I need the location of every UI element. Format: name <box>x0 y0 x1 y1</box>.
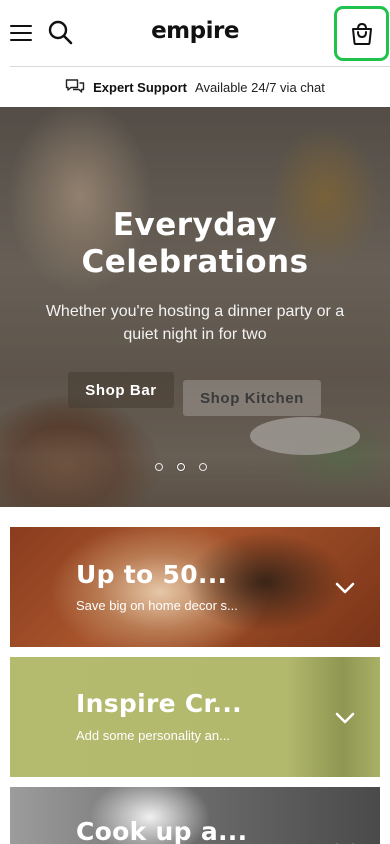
hamburger-menu-icon[interactable] <box>8 20 34 46</box>
support-title: Expert Support <box>93 79 188 95</box>
chat-bubbles-icon <box>65 79 85 93</box>
promo-title: Up to 50... <box>76 560 228 589</box>
promo-card-cook[interactable]: Cook up a... <box>10 787 380 844</box>
hero-subtitle: Whether you're hosting a dinner party or… <box>45 303 345 343</box>
support-bar[interactable]: Expert Support Available 24/7 via chat <box>0 67 390 107</box>
carousel-dots <box>155 463 207 471</box>
chevron-down-icon[interactable] <box>333 706 357 730</box>
shop-bar-button[interactable]: Shop Bar <box>68 372 174 408</box>
logo[interactable]: empire <box>145 18 245 44</box>
promo-card-sale[interactable]: Up to 50... Save big on home decor s... <box>10 527 380 647</box>
cart-button[interactable] <box>334 6 389 61</box>
promo-title: Cook up a... <box>76 817 248 844</box>
shop-kitchen-button[interactable]: Shop Kitchen <box>183 380 321 416</box>
promo-subtitle: Add some personality an... <box>76 728 230 743</box>
carousel-dot[interactable] <box>199 463 207 471</box>
promo-card-inspire[interactable]: Inspire Cr... Add some personality an... <box>10 657 380 777</box>
promo-title: Inspire Cr... <box>76 689 242 718</box>
shopping-bag-icon <box>351 22 372 45</box>
hero-banner[interactable]: Everyday Celebrations Whether you're hos… <box>0 107 390 507</box>
site-header: empire <box>0 0 390 66</box>
chevron-down-icon[interactable] <box>333 837 357 844</box>
carousel-dot[interactable] <box>155 463 163 471</box>
hero-title-line1: Everyday <box>112 207 278 243</box>
support-subtitle: Available 24/7 via chat <box>195 79 325 95</box>
search-icon[interactable] <box>46 18 74 46</box>
menu-line <box>10 25 32 27</box>
menu-line <box>10 32 32 34</box>
hero-title-line2: Celebrations <box>81 244 309 280</box>
menu-line <box>10 39 32 41</box>
promo-subtitle: Save big on home decor s... <box>76 598 238 613</box>
carousel-dot-active[interactable] <box>177 463 185 471</box>
hero-title: Everyday Celebrations <box>0 207 390 281</box>
chevron-down-icon[interactable] <box>333 576 357 600</box>
